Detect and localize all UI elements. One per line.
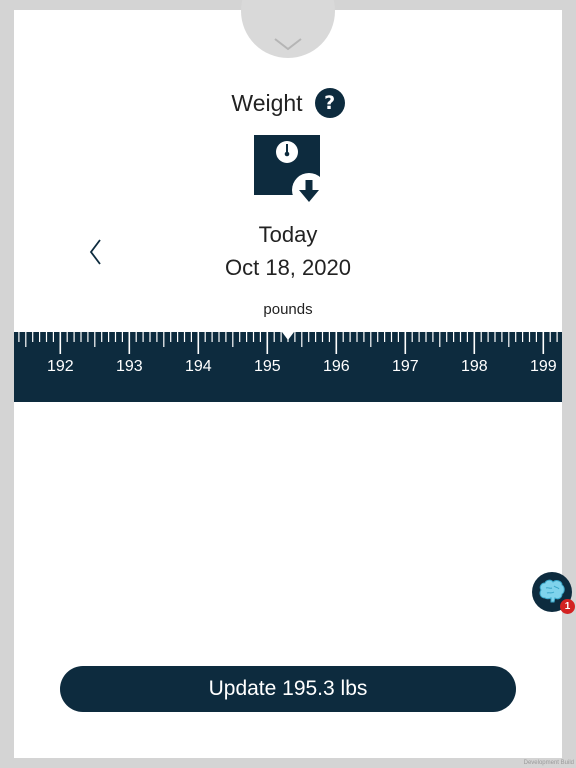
- unit-label: pounds: [263, 301, 313, 318]
- weight-ruler-slider[interactable]: 192 193 194 195 196 197 198 199: [14, 332, 562, 402]
- weight-sheet: Weight ? Today Oct 18, 2020 pounds 192 1…: [14, 0, 562, 758]
- tick-label: 193: [115, 358, 143, 375]
- tick-label: 196: [322, 358, 350, 375]
- tick-label: 198: [460, 358, 488, 375]
- page-title: Weight: [231, 89, 303, 116]
- collapse-button[interactable]: [241, 0, 335, 58]
- selection-pointer: [282, 332, 294, 340]
- tick-label: 197: [391, 358, 419, 375]
- help-button[interactable]: ?: [314, 88, 345, 118]
- update-weight-button[interactable]: Update 195.3 lbs: [60, 666, 516, 712]
- date-label: Oct 18, 2020: [225, 255, 351, 280]
- chevron-down-icon: [274, 38, 302, 51]
- tick-label: 195: [253, 358, 281, 375]
- question-icon: ?: [324, 92, 336, 114]
- notification-badge: 1: [560, 599, 575, 614]
- scale-import-icon: [254, 135, 324, 207]
- tick-label: 192: [46, 358, 74, 375]
- date-relative-label: Today: [258, 222, 318, 247]
- tick-label: 194: [184, 358, 212, 375]
- build-watermark: Development Build: [523, 760, 574, 766]
- title-row: Weight ?: [14, 88, 562, 118]
- tick-label: 199: [529, 358, 557, 375]
